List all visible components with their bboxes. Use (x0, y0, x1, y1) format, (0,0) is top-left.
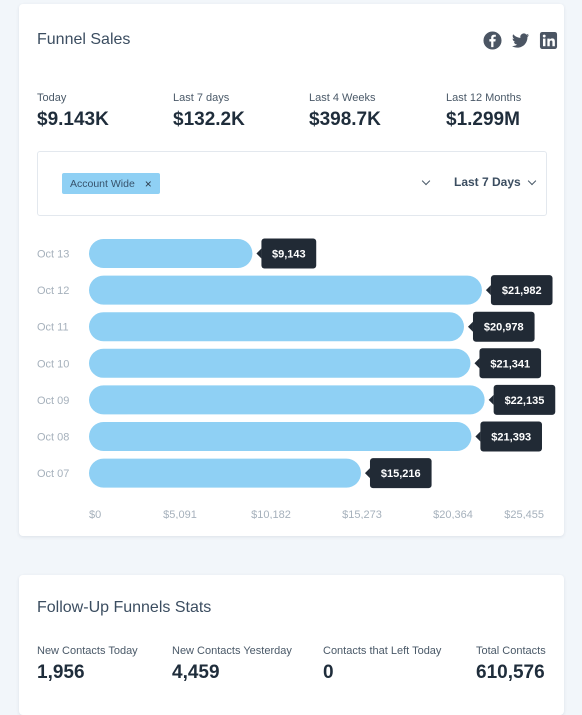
twitter-icon[interactable] (511, 31, 530, 50)
account-filter-tag[interactable]: Account Wide × (62, 173, 160, 194)
linkedin-icon[interactable] (539, 31, 558, 50)
tag-label: Account Wide (70, 177, 135, 190)
chevron-down-icon[interactable] (421, 176, 431, 186)
stat-last-4-weeks: Last 4 Weeks $398.7K (309, 92, 381, 131)
data-label: $21,341 (490, 358, 530, 370)
facebook-icon[interactable] (483, 31, 502, 50)
stat-today: Today $9.143K (37, 92, 109, 131)
x-tick-label: $15,273 (342, 509, 382, 519)
data-label-pointer (485, 285, 491, 296)
filter-box: Account Wide × Last 7 Days (37, 151, 547, 216)
stat-label: Last 12 Months (446, 92, 522, 104)
follow-up-title: Follow-Up Funnels Stats (37, 599, 212, 616)
stat-label: Last 7 days (173, 92, 230, 104)
stat-value: $398.7K (309, 109, 381, 130)
data-label: $21,982 (502, 285, 542, 297)
category-label: Oct 12 (37, 285, 69, 297)
stat-value: $1.299M (446, 109, 520, 130)
date-range-label: Last 7 Days (454, 175, 521, 189)
data-label: $21,393 (491, 432, 531, 444)
x-tick-label: $5,091 (163, 509, 197, 519)
category-label: Oct 09 (37, 395, 69, 407)
stat-new-contacts-yesterday: New Contacts Yesterday 4,459 (172, 645, 292, 684)
stat-label: Total Contacts (476, 645, 546, 657)
bar[interactable] (89, 348, 471, 378)
data-label-pointer (467, 321, 473, 332)
category-label: Oct 13 (37, 249, 69, 261)
stat-value: $9.143K (37, 109, 109, 130)
x-tick-label: $0 (89, 509, 101, 519)
stat-label: Last 4 Weeks (309, 92, 376, 104)
stat-label: New Contacts Today (37, 645, 138, 657)
data-label-pointer (256, 248, 262, 259)
data-label: $22,135 (505, 395, 545, 407)
funnel-sales-bar-chart: Oct 13 $9,143 Oct 12 $21,982 Oct 11 $20,978 Oc… (37, 238, 556, 519)
social-share-icons (483, 31, 558, 50)
stat-value: 610,576 (476, 662, 545, 683)
x-tick-label: $20,364 (433, 509, 473, 519)
bar[interactable] (89, 458, 361, 488)
category-label: Oct 10 (37, 358, 69, 370)
bar[interactable] (89, 422, 472, 451)
category-label: Oct 08 (37, 432, 69, 444)
data-label-pointer (474, 358, 480, 369)
date-range-select[interactable]: Last 7 Days (454, 175, 536, 189)
data-label-pointer (364, 468, 370, 479)
data-label-pointer (475, 431, 481, 442)
bar[interactable] (89, 385, 485, 415)
stat-new-contacts-today: New Contacts Today 1,956 (37, 645, 138, 684)
stat-last-12-months: Last 12 Months $1.299M (446, 92, 521, 131)
data-label-pointer (488, 394, 494, 405)
category-label: Oct 11 (37, 322, 69, 334)
category-label: Oct 07 (37, 468, 69, 480)
bar[interactable] (89, 239, 253, 268)
stat-total-contacts: Total Contacts 610,576 (476, 645, 546, 684)
stat-last-7-days: Last 7 days $132.2K (173, 92, 245, 131)
bar[interactable] (89, 275, 482, 305)
data-label: $9,143 (272, 249, 306, 261)
stat-value: 1,956 (37, 662, 85, 683)
stat-contacts-left-today: Contacts that Left Today 0 (323, 645, 441, 684)
funnel-sales-card: Funnel Sales Today $9.143K Last 7 days $… (19, 4, 564, 536)
funnel-sales-title: Funnel Sales (37, 31, 131, 48)
x-tick-label: $25,455 (504, 509, 544, 519)
stat-label: New Contacts Yesterday (172, 645, 292, 657)
stat-value: $132.2K (173, 109, 245, 130)
follow-up-funnels-card: Follow-Up Funnels Stats New Contacts Tod… (19, 575, 564, 715)
chevron-down-icon (527, 176, 536, 185)
data-label: $20,978 (484, 322, 524, 334)
stat-value: 4,459 (172, 662, 220, 683)
data-label: $15,216 (381, 468, 421, 480)
close-icon[interactable]: × (145, 177, 152, 191)
stat-value: 0 (323, 662, 334, 683)
stat-label: Today (37, 92, 67, 104)
bar[interactable] (89, 312, 464, 342)
x-tick-label: $10,182 (251, 509, 291, 519)
stat-label: Contacts that Left Today (323, 645, 442, 657)
